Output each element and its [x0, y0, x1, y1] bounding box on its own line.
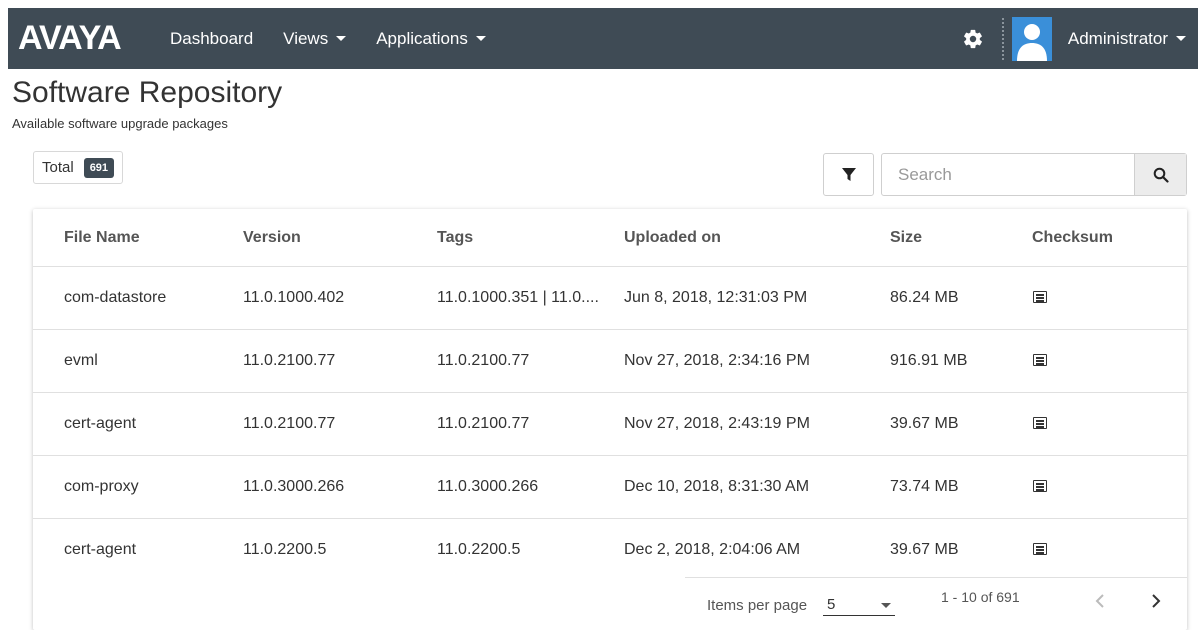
- cell-version: 11.0.1000.402: [243, 289, 345, 306]
- chevron-left-icon: [1095, 594, 1104, 608]
- checksum-icon[interactable]: [1033, 417, 1047, 429]
- table-header: File Name Version Tags Uploaded on Size …: [33, 209, 1187, 267]
- packages-table: File Name Version Tags Uploaded on Size …: [33, 209, 1187, 630]
- user-name: Administrator: [1067, 28, 1168, 48]
- previous-page-button[interactable]: [1089, 589, 1113, 613]
- cell-file-name: com-proxy: [64, 478, 139, 495]
- avatar[interactable]: [1011, 16, 1052, 61]
- table-row[interactable]: com-datastore 11.0.1000.402 11.0.1000.35…: [33, 267, 1187, 330]
- cell-uploaded-on: Nov 27, 2018, 2:43:19 PM: [624, 415, 810, 432]
- cell-file-name: cert-agent: [64, 541, 137, 558]
- total-badge: 691: [83, 157, 115, 178]
- col-checksum[interactable]: Checksum: [1032, 229, 1113, 247]
- top-navbar: AVAYA Dashboard Views Applications Admin…: [8, 8, 1198, 69]
- table-row[interactable]: cert-agent 11.0.2200.5 11.0.2200.5 Dec 2…: [33, 519, 1187, 582]
- cell-version: 11.0.3000.266: [243, 478, 345, 495]
- cell-file-name: evml: [64, 352, 98, 369]
- filter-icon: [841, 167, 856, 181]
- nav-dashboard[interactable]: Dashboard: [170, 29, 253, 49]
- col-uploaded-on[interactable]: Uploaded on: [624, 229, 721, 247]
- total-label: Total: [42, 159, 74, 176]
- cell-uploaded-on: Nov 27, 2018, 2:34:16 PM: [624, 352, 810, 369]
- cell-size: 86.24 MB: [890, 289, 959, 306]
- col-version[interactable]: Version: [243, 229, 301, 247]
- search-icon: [1153, 167, 1169, 183]
- total-count: Total 691: [33, 151, 124, 184]
- cell-tags: 11.0.1000.351 | 11.0....: [437, 289, 599, 306]
- items-per-page-label: Items per page: [707, 597, 808, 614]
- next-page-button[interactable]: [1143, 589, 1167, 613]
- nav-dashboard-label: Dashboard: [170, 28, 254, 48]
- cell-version: 11.0.2100.77: [243, 415, 336, 432]
- nav-views-label: Views: [283, 28, 329, 48]
- page-title: Software Repository: [12, 76, 283, 109]
- search-input[interactable]: [882, 154, 1134, 195]
- col-size[interactable]: Size: [890, 229, 922, 247]
- caret-down-icon: [1176, 36, 1186, 41]
- avaya-logo[interactable]: AVAYA: [18, 19, 170, 58]
- caret-down-icon: [336, 36, 347, 41]
- page-range: 1 - 10 of 691: [941, 589, 1020, 605]
- checksum-icon[interactable]: [1033, 291, 1047, 303]
- search-button[interactable]: [1134, 154, 1186, 195]
- page-subtitle: Available software upgrade packages: [12, 116, 228, 131]
- table-row[interactable]: com-proxy 11.0.3000.266 11.0.3000.266 De…: [33, 456, 1187, 519]
- cell-size: 39.67 MB: [890, 541, 959, 558]
- table-row[interactable]: evml 11.0.2100.77 11.0.2100.77 Nov 27, 2…: [33, 330, 1187, 393]
- divider: [1001, 17, 1004, 60]
- user-menu[interactable]: Administrator: [1068, 29, 1186, 49]
- nav-applications[interactable]: Applications: [376, 29, 486, 49]
- checksum-icon[interactable]: [1033, 354, 1047, 366]
- cell-tags: 11.0.2100.77: [437, 352, 530, 369]
- paginator: Items per page 5 1 - 10 of 691: [685, 577, 1187, 630]
- navbar-right: Administrator: [960, 8, 1198, 69]
- checksum-icon[interactable]: [1033, 480, 1047, 492]
- cell-file-name: com-datastore: [64, 289, 167, 306]
- items-per-page-value: 5: [827, 596, 836, 613]
- col-file-name[interactable]: File Name: [64, 229, 140, 247]
- table-row[interactable]: cert-agent 11.0.2100.77 11.0.2100.77 Nov…: [33, 393, 1187, 456]
- chevron-right-icon: [1152, 594, 1161, 608]
- cell-version: 11.0.2100.77: [243, 352, 336, 369]
- gear-icon[interactable]: [960, 26, 986, 52]
- cell-tags: 11.0.3000.266: [437, 478, 539, 495]
- cell-size: 916.91 MB: [890, 352, 968, 369]
- checksum-icon[interactable]: [1033, 543, 1047, 555]
- filter-button[interactable]: [823, 153, 874, 196]
- col-tags[interactable]: Tags: [437, 229, 473, 247]
- caret-down-icon: [881, 603, 891, 608]
- cell-uploaded-on: Dec 2, 2018, 2:04:06 AM: [624, 541, 801, 558]
- cell-version: 11.0.2200.5: [243, 541, 327, 558]
- cell-size: 73.74 MB: [890, 478, 959, 495]
- cell-tags: 11.0.2200.5: [437, 541, 521, 558]
- items-per-page-select[interactable]: 5: [823, 594, 895, 616]
- cell-tags: 11.0.2100.77: [437, 415, 530, 432]
- nav-views[interactable]: Views: [283, 28, 347, 49]
- cell-uploaded-on: Jun 8, 2018, 12:31:03 PM: [624, 289, 808, 306]
- cell-size: 39.67 MB: [890, 415, 959, 432]
- search-box: [881, 153, 1187, 196]
- caret-down-icon: [475, 36, 486, 41]
- cell-file-name: cert-agent: [64, 415, 137, 432]
- cell-uploaded-on: Dec 10, 2018, 8:31:30 AM: [624, 478, 810, 495]
- nav-applications-label: Applications: [376, 28, 468, 48]
